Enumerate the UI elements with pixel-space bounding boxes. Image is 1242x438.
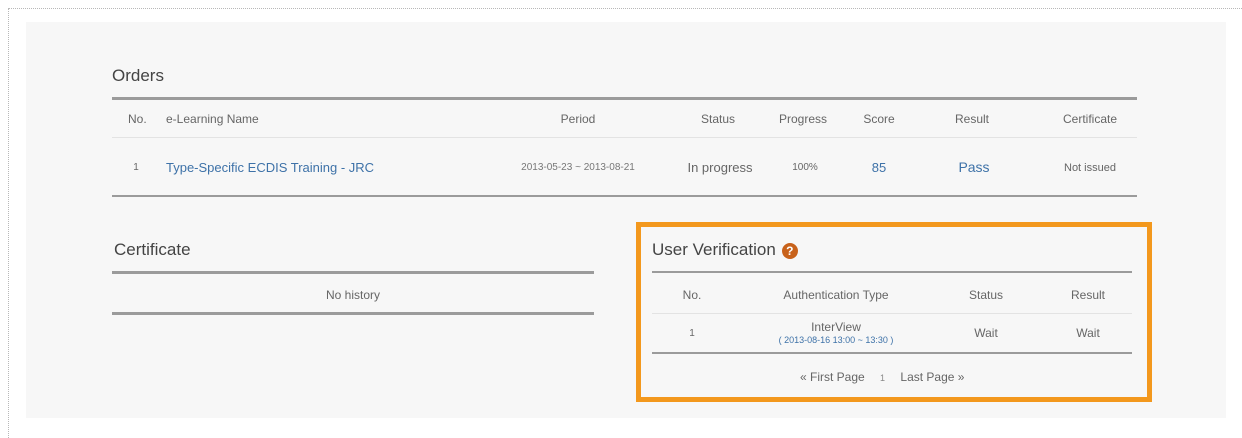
last-page-link[interactable]: Last Page » [900, 370, 964, 384]
orders-row-certificate: Not issued [1064, 162, 1116, 174]
verification-header-result: Result [1070, 288, 1105, 302]
verification-row-no: 1 [689, 328, 695, 339]
course-name-link[interactable]: Type-Specific ECDIS Training - JRC [166, 160, 374, 175]
current-page[interactable]: 1 [880, 373, 885, 383]
certificate-top-rule [112, 271, 594, 274]
orders-header-period: Period [560, 112, 596, 126]
score-link[interactable]: 85 [862, 160, 896, 175]
verification-header-status: Status [968, 288, 1004, 302]
orders-header-no: No. [128, 112, 147, 126]
orders-header-status: Status [700, 112, 736, 126]
verification-title-text: User Verification [652, 240, 776, 259]
verification-title: User Verification? [652, 240, 798, 260]
verification-row-type: InterView [811, 320, 861, 334]
orders-header-divider [112, 137, 1137, 138]
certificate-bottom-rule [112, 312, 594, 315]
verification-header-divider [652, 313, 1132, 314]
certificate-title: Certificate [114, 240, 191, 259]
orders-row-status: In progress [687, 160, 753, 175]
first-page-link[interactable]: « First Page [800, 370, 865, 384]
orders-header-name: e-Learning Name [166, 112, 259, 126]
certificate-empty-text: No history [325, 288, 381, 302]
orders-title: Orders [112, 66, 164, 85]
verification-row-status: Wait [974, 326, 998, 340]
orders-row-period: 2013-05-23 ~ 2013-08-21 [521, 162, 635, 173]
orders-top-rule [112, 97, 1137, 100]
verification-row-schedule: ( 2013-08-16 13:00 ~ 13:30 ) [778, 335, 894, 345]
pager: « First Page 1 Last Page » [800, 370, 964, 384]
orders-row-no: 1 [133, 162, 139, 173]
verification-header-no: No. [682, 288, 702, 302]
result-link[interactable]: Pass [945, 159, 1003, 175]
verification-top-rule [652, 271, 1132, 273]
orders-header-score: Score [863, 112, 895, 126]
help-icon[interactable]: ? [781, 242, 798, 259]
verification-row-result: Wait [1076, 326, 1100, 340]
orders-bottom-rule [112, 195, 1137, 197]
verification-bottom-rule [652, 352, 1132, 354]
orders-row-progress: 100% [792, 162, 818, 173]
orders-header-progress: Progress [778, 112, 828, 126]
verification-header-type: Authentication Type [783, 288, 889, 302]
orders-header-result: Result [954, 112, 989, 126]
orders-header-certificate: Certificate [1062, 112, 1118, 126]
